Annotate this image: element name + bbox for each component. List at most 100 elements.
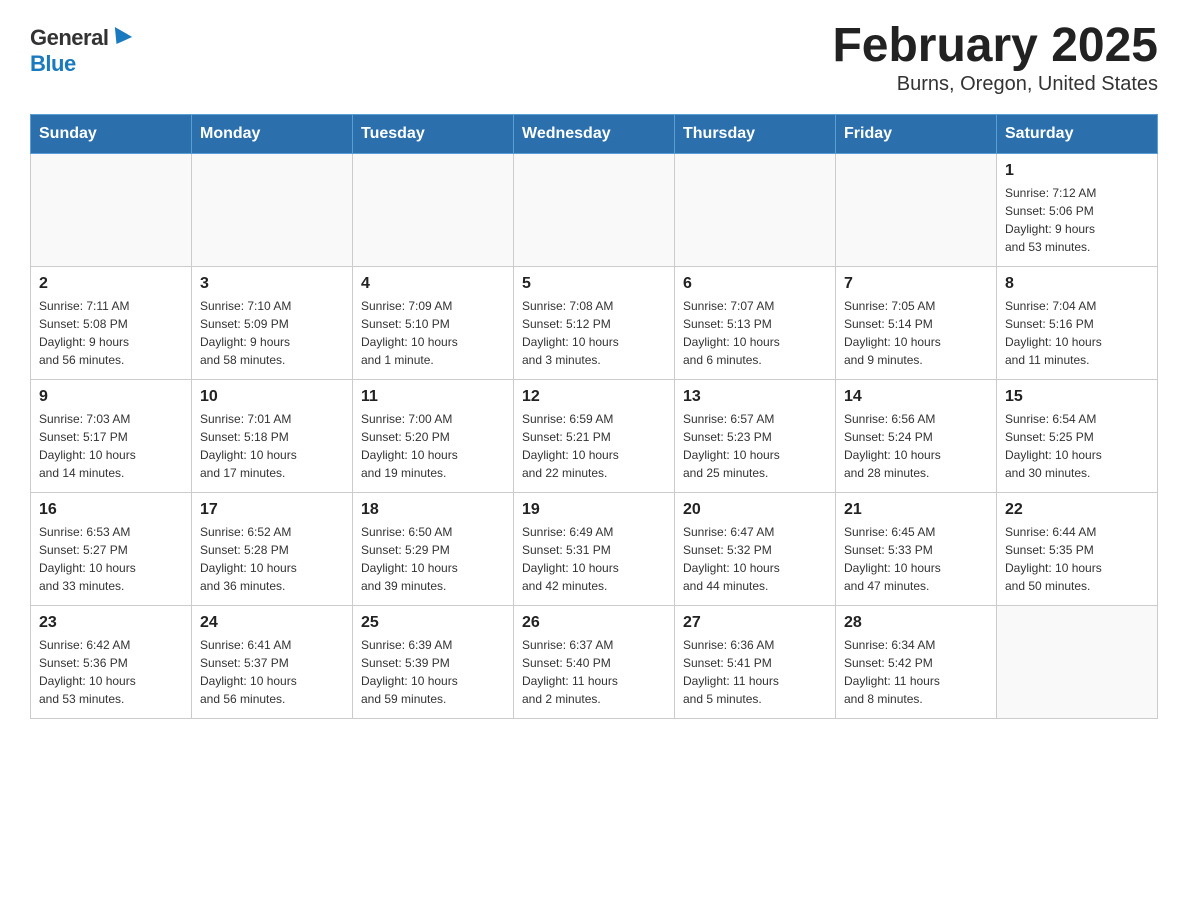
day-info: Sunrise: 6:44 AMSunset: 5:35 PMDaylight:… [1005, 523, 1149, 595]
week-row-4: 16 Sunrise: 6:53 AMSunset: 5:27 PMDayligh… [31, 492, 1158, 605]
calendar-table: SundayMondayTuesdayWednesdayThursdayFrid… [30, 114, 1158, 719]
day-cell: 14 Sunrise: 6:56 AMSunset: 5:24 PMDayligh… [836, 379, 997, 492]
day-info: Sunrise: 6:39 AMSunset: 5:39 PMDaylight:… [361, 636, 505, 708]
day-cell [675, 153, 836, 266]
day-info: Sunrise: 7:07 AMSunset: 5:13 PMDaylight:… [683, 297, 827, 369]
day-header-wednesday: Wednesday [514, 114, 675, 153]
day-number: 23 [39, 614, 183, 632]
day-info: Sunrise: 6:36 AMSunset: 5:41 PMDaylight:… [683, 636, 827, 708]
day-cell: 8 Sunrise: 7:04 AMSunset: 5:16 PMDaylight… [997, 266, 1158, 379]
day-info: Sunrise: 6:47 AMSunset: 5:32 PMDaylight:… [683, 523, 827, 595]
day-cell: 28 Sunrise: 6:34 AMSunset: 5:42 PMDayligh… [836, 605, 997, 718]
title-block: February 2025 Burns, Oregon, United Stat… [832, 20, 1158, 96]
day-header-friday: Friday [836, 114, 997, 153]
day-number: 11 [361, 388, 505, 406]
calendar-title: February 2025 [832, 20, 1158, 73]
day-number: 5 [522, 275, 666, 293]
day-cell [31, 153, 192, 266]
day-cell: 24 Sunrise: 6:41 AMSunset: 5:37 PMDayligh… [192, 605, 353, 718]
day-info: Sunrise: 6:37 AMSunset: 5:40 PMDaylight:… [522, 636, 666, 708]
day-header-monday: Monday [192, 114, 353, 153]
day-info: Sunrise: 6:49 AMSunset: 5:31 PMDaylight:… [522, 523, 666, 595]
day-number: 9 [39, 388, 183, 406]
day-cell: 1 Sunrise: 7:12 AMSunset: 5:06 PMDaylight… [997, 153, 1158, 266]
day-cell [514, 153, 675, 266]
day-cell: 5Sunrise: 7:08 AMSunset: 5:12 PMDaylight… [514, 266, 675, 379]
logo-triangle-icon [108, 27, 132, 49]
day-cell: 20 Sunrise: 6:47 AMSunset: 5:32 PMDayligh… [675, 492, 836, 605]
day-info: Sunrise: 6:34 AMSunset: 5:42 PMDaylight:… [844, 636, 988, 708]
day-cell: 13Sunrise: 6:57 AMSunset: 5:23 PMDayligh… [675, 379, 836, 492]
week-row-2: 2Sunrise: 7:11 AMSunset: 5:08 PMDaylight… [31, 266, 1158, 379]
day-info: Sunrise: 7:11 AMSunset: 5:08 PMDaylight:… [39, 297, 183, 369]
page-header: General Blue February 2025 Burns, Oregon… [30, 20, 1158, 96]
day-cell: 15 Sunrise: 6:54 AMSunset: 5:25 PMDayligh… [997, 379, 1158, 492]
day-info: Sunrise: 7:12 AMSunset: 5:06 PMDaylight:… [1005, 184, 1149, 256]
day-info: Sunrise: 6:54 AMSunset: 5:25 PMDaylight:… [1005, 410, 1149, 482]
day-info: Sunrise: 6:56 AMSunset: 5:24 PMDaylight:… [844, 410, 988, 482]
day-number: 20 [683, 501, 827, 519]
day-header-thursday: Thursday [675, 114, 836, 153]
day-cell: 2Sunrise: 7:11 AMSunset: 5:08 PMDaylight… [31, 266, 192, 379]
day-cell: 19Sunrise: 6:49 AMSunset: 5:31 PMDayligh… [514, 492, 675, 605]
day-info: Sunrise: 6:53 AMSunset: 5:27 PMDaylight:… [39, 523, 183, 595]
day-cell: 21Sunrise: 6:45 AMSunset: 5:33 PMDayligh… [836, 492, 997, 605]
week-row-5: 23 Sunrise: 6:42 AMSunset: 5:36 PMDayligh… [31, 605, 1158, 718]
day-info: Sunrise: 6:52 AMSunset: 5:28 PMDaylight:… [200, 523, 344, 595]
logo: General Blue [30, 20, 130, 77]
day-number: 16 [39, 501, 183, 519]
day-info: Sunrise: 7:01 AMSunset: 5:18 PMDaylight:… [200, 410, 344, 482]
day-cell: 11 Sunrise: 7:00 AMSunset: 5:20 PMDayligh… [353, 379, 514, 492]
day-cell: 16 Sunrise: 6:53 AMSunset: 5:27 PMDayligh… [31, 492, 192, 605]
calendar-header: SundayMondayTuesdayWednesdayThursdayFrid… [31, 114, 1158, 153]
day-info: Sunrise: 6:59 AMSunset: 5:21 PMDaylight:… [522, 410, 666, 482]
day-info: Sunrise: 7:03 AMSunset: 5:17 PMDaylight:… [39, 410, 183, 482]
day-number: 27 [683, 614, 827, 632]
day-number: 8 [1005, 275, 1149, 293]
day-number: 15 [1005, 388, 1149, 406]
day-info: Sunrise: 7:04 AMSunset: 5:16 PMDaylight:… [1005, 297, 1149, 369]
day-cell: 26 Sunrise: 6:37 AMSunset: 5:40 PMDayligh… [514, 605, 675, 718]
day-cell: 7 Sunrise: 7:05 AMSunset: 5:14 PMDaylight… [836, 266, 997, 379]
day-info: Sunrise: 7:05 AMSunset: 5:14 PMDaylight:… [844, 297, 988, 369]
logo-general-text: General [30, 25, 108, 51]
day-header-sunday: Sunday [31, 114, 192, 153]
day-info: Sunrise: 6:45 AMSunset: 5:33 PMDaylight:… [844, 523, 988, 595]
day-number: 26 [522, 614, 666, 632]
day-info: Sunrise: 6:41 AMSunset: 5:37 PMDaylight:… [200, 636, 344, 708]
day-info: Sunrise: 6:57 AMSunset: 5:23 PMDaylight:… [683, 410, 827, 482]
day-number: 25 [361, 614, 505, 632]
day-cell: 25 Sunrise: 6:39 AMSunset: 5:39 PMDayligh… [353, 605, 514, 718]
day-number: 1 [1005, 162, 1149, 180]
day-cell: 10 Sunrise: 7:01 AMSunset: 5:18 PMDayligh… [192, 379, 353, 492]
day-info: Sunrise: 6:50 AMSunset: 5:29 PMDaylight:… [361, 523, 505, 595]
day-number: 17 [200, 501, 344, 519]
day-cell: 22Sunrise: 6:44 AMSunset: 5:35 PMDayligh… [997, 492, 1158, 605]
day-number: 24 [200, 614, 344, 632]
day-cell [997, 605, 1158, 718]
day-cell [353, 153, 514, 266]
day-cell: 3Sunrise: 7:10 AMSunset: 5:09 PMDaylight… [192, 266, 353, 379]
day-cell: 27 Sunrise: 6:36 AMSunset: 5:41 PMDayligh… [675, 605, 836, 718]
day-header-saturday: Saturday [997, 114, 1158, 153]
days-of-week-row: SundayMondayTuesdayWednesdayThursdayFrid… [31, 114, 1158, 153]
day-cell: 23 Sunrise: 6:42 AMSunset: 5:36 PMDayligh… [31, 605, 192, 718]
day-info: Sunrise: 7:10 AMSunset: 5:09 PMDaylight:… [200, 297, 344, 369]
day-number: 18 [361, 501, 505, 519]
day-cell: 9 Sunrise: 7:03 AMSunset: 5:17 PMDaylight… [31, 379, 192, 492]
day-cell [836, 153, 997, 266]
day-info: Sunrise: 7:09 AMSunset: 5:10 PMDaylight:… [361, 297, 505, 369]
day-number: 4 [361, 275, 505, 293]
day-number: 7 [844, 275, 988, 293]
day-cell: 6Sunrise: 7:07 AMSunset: 5:13 PMDaylight… [675, 266, 836, 379]
day-info: Sunrise: 7:00 AMSunset: 5:20 PMDaylight:… [361, 410, 505, 482]
day-info: Sunrise: 6:42 AMSunset: 5:36 PMDaylight:… [39, 636, 183, 708]
calendar-body: 1 Sunrise: 7:12 AMSunset: 5:06 PMDaylight… [31, 153, 1158, 718]
day-cell [192, 153, 353, 266]
day-cell: 12Sunrise: 6:59 AMSunset: 5:21 PMDayligh… [514, 379, 675, 492]
day-header-tuesday: Tuesday [353, 114, 514, 153]
day-number: 10 [200, 388, 344, 406]
week-row-1: 1 Sunrise: 7:12 AMSunset: 5:06 PMDaylight… [31, 153, 1158, 266]
day-number: 28 [844, 614, 988, 632]
day-number: 14 [844, 388, 988, 406]
